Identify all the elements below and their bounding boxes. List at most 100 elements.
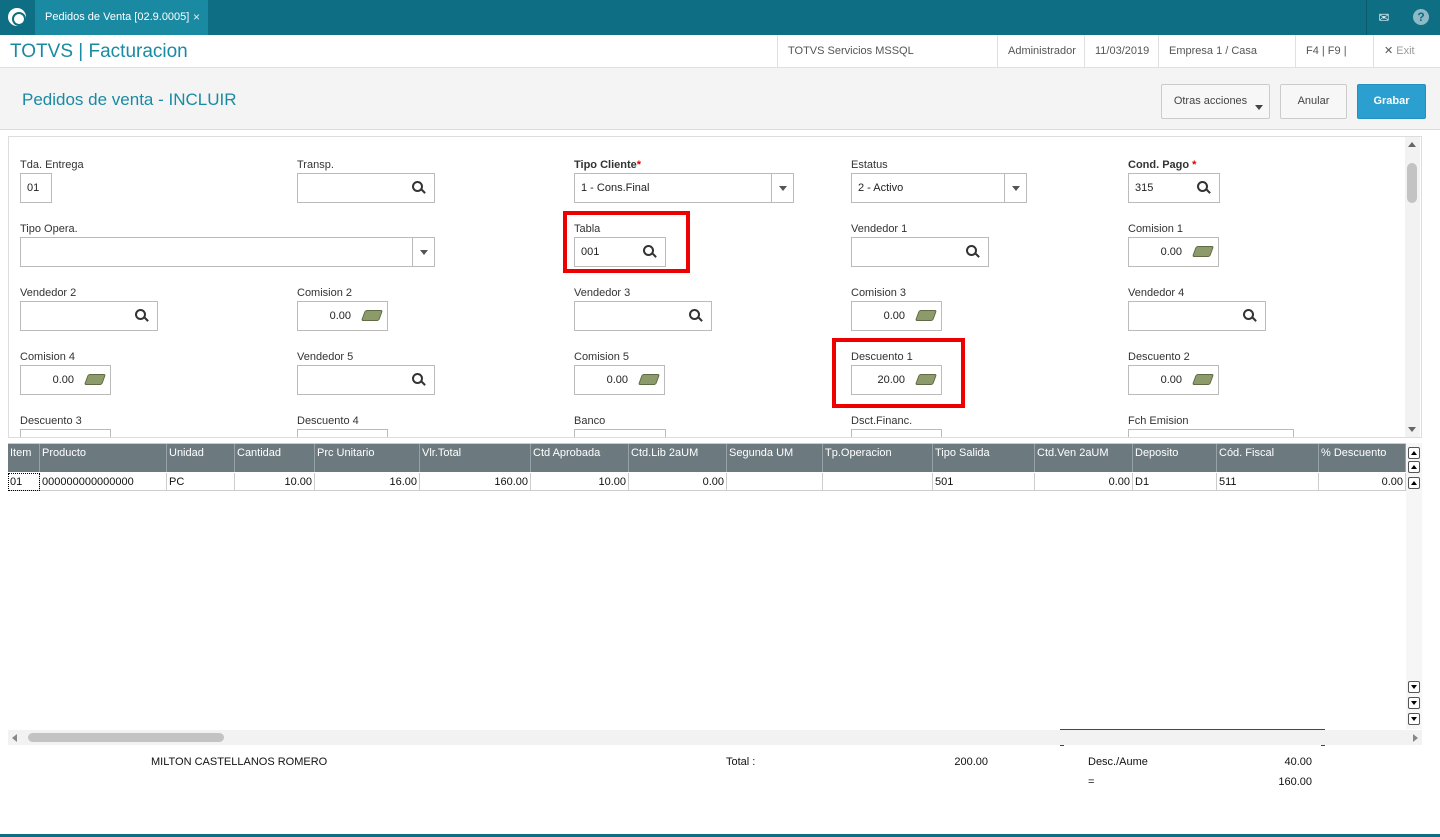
comision-2-input[interactable]: 0.00 bbox=[297, 301, 388, 331]
column-header[interactable]: Unidad bbox=[167, 444, 235, 472]
column-header[interactable]: Tipo Salida bbox=[933, 444, 1035, 472]
descuento-2-input[interactable]: 0.00 bbox=[1128, 365, 1219, 395]
save-button[interactable]: Grabar bbox=[1357, 84, 1426, 119]
estatus-select[interactable]: 2 - Activo bbox=[851, 173, 1027, 203]
search-icon[interactable] bbox=[135, 309, 149, 323]
scroll-bottom-icon[interactable] bbox=[1408, 713, 1420, 725]
totvs-logo-icon[interactable] bbox=[8, 8, 26, 26]
tab-pedidos-de-venta[interactable]: Pedidos de Venta [02.9.0005] × bbox=[35, 0, 208, 35]
cond-pago-input[interactable]: 315 bbox=[1128, 173, 1220, 203]
vendedor-5-input[interactable] bbox=[297, 365, 435, 395]
column-header[interactable]: Ctd.Ven 2aUM bbox=[1035, 444, 1133, 472]
descuento-1-input[interactable]: 20.00 bbox=[851, 365, 942, 395]
cancel-button[interactable]: Anular bbox=[1280, 84, 1347, 119]
column-header[interactable]: Deposito bbox=[1133, 444, 1217, 472]
form-vertical-scrollbar[interactable] bbox=[1405, 137, 1420, 437]
table-cell[interactable] bbox=[823, 473, 933, 491]
search-icon[interactable] bbox=[412, 181, 426, 195]
table-cell[interactable]: 511 bbox=[1217, 473, 1319, 491]
scroll-down-icon[interactable] bbox=[1408, 427, 1416, 432]
vendedor-4-input[interactable] bbox=[1128, 301, 1266, 331]
transp-input[interactable] bbox=[297, 173, 435, 203]
search-icon[interactable] bbox=[643, 245, 657, 259]
chevron-down-icon[interactable] bbox=[1004, 174, 1026, 202]
column-header[interactable]: Ctd Aprobada bbox=[531, 444, 629, 472]
banco-input[interactable] bbox=[574, 429, 666, 437]
vendedor-3-input[interactable] bbox=[574, 301, 712, 331]
column-header[interactable]: Segunda UM bbox=[727, 444, 823, 472]
search-icon[interactable] bbox=[966, 245, 980, 259]
comision-5-input[interactable]: 0.00 bbox=[574, 365, 665, 395]
tipo-cliente-select[interactable]: 1 - Cons.Final bbox=[574, 173, 794, 203]
table-cell[interactable]: 0.00 bbox=[629, 473, 727, 491]
comision-1-input[interactable]: 0.00 bbox=[1128, 237, 1219, 267]
exit-button[interactable]: ✕ Exit bbox=[1373, 35, 1440, 68]
tda-entrega-input[interactable]: 01 bbox=[20, 173, 52, 203]
total-label: Total : bbox=[726, 756, 756, 768]
descuento-4-input[interactable] bbox=[297, 429, 388, 437]
scrollbar-thumb[interactable] bbox=[1407, 163, 1417, 203]
table-cell[interactable]: 16.00 bbox=[315, 473, 420, 491]
desc-aume-label: Desc./Aume bbox=[1088, 756, 1148, 768]
column-header[interactable]: Tp.Operacion bbox=[823, 444, 933, 472]
descuento-3-input[interactable] bbox=[20, 429, 111, 437]
column-header[interactable]: Item bbox=[8, 444, 40, 472]
vendedor-2-input[interactable] bbox=[20, 301, 158, 331]
search-icon[interactable] bbox=[689, 309, 703, 323]
table-cell[interactable] bbox=[727, 473, 823, 491]
money-icon[interactable] bbox=[360, 310, 384, 321]
shortcuts-info: F4 | F9 | F10 bbox=[1295, 35, 1373, 90]
dsct-financ-input[interactable] bbox=[851, 429, 942, 437]
table-cell[interactable]: 000000000000000 bbox=[40, 473, 167, 491]
vendedor-1-input[interactable] bbox=[851, 237, 989, 267]
money-icon[interactable] bbox=[914, 310, 938, 321]
page-down-icon[interactable] bbox=[1408, 697, 1420, 709]
money-icon[interactable] bbox=[83, 374, 107, 385]
chevron-down-icon[interactable] bbox=[412, 238, 434, 266]
column-header[interactable]: Ctd.Lib 2aUM bbox=[629, 444, 727, 472]
scrollbar-thumb[interactable] bbox=[28, 733, 224, 742]
column-header[interactable]: Cantidad bbox=[235, 444, 315, 472]
table-cell[interactable]: 10.00 bbox=[531, 473, 629, 491]
help-icon[interactable]: ? bbox=[1402, 0, 1440, 35]
search-icon[interactable] bbox=[1243, 309, 1257, 323]
scroll-top-icon[interactable] bbox=[1408, 447, 1420, 459]
column-header[interactable]: Prc Unitario bbox=[315, 444, 420, 472]
scroll-up-icon[interactable] bbox=[1408, 477, 1420, 489]
column-header[interactable]: % Descuento bbox=[1319, 444, 1406, 472]
table-cell[interactable]: 501 bbox=[933, 473, 1035, 491]
scroll-up-icon[interactable] bbox=[1408, 142, 1416, 147]
search-icon[interactable] bbox=[412, 373, 426, 387]
scroll-left-icon[interactable] bbox=[12, 734, 17, 742]
scroll-down-icon[interactable] bbox=[1408, 681, 1420, 693]
money-icon[interactable] bbox=[1191, 246, 1215, 257]
mail-icon[interactable]: ✉ bbox=[1366, 0, 1401, 35]
total-value: 200.00 bbox=[954, 756, 988, 768]
money-icon[interactable] bbox=[914, 374, 938, 385]
fch-emision-input[interactable] bbox=[1128, 429, 1294, 437]
table-cell[interactable]: D1 bbox=[1133, 473, 1217, 491]
column-header[interactable]: Cód. Fiscal bbox=[1217, 444, 1319, 472]
comision-3-input[interactable]: 0.00 bbox=[851, 301, 942, 331]
grid-horizontal-scrollbar[interactable] bbox=[8, 730, 1422, 745]
grid-vertical-scrollbar[interactable] bbox=[1406, 443, 1422, 729]
table-cell[interactable]: 160.00 bbox=[420, 473, 531, 491]
table-cell[interactable]: 0.00 bbox=[1035, 473, 1133, 491]
scroll-right-icon[interactable] bbox=[1413, 734, 1418, 742]
page-up-icon[interactable] bbox=[1408, 461, 1420, 473]
table-cell[interactable]: PC bbox=[167, 473, 235, 491]
money-icon[interactable] bbox=[1191, 374, 1215, 385]
tabla-input[interactable]: 001 bbox=[574, 237, 666, 267]
money-icon[interactable] bbox=[637, 374, 661, 385]
column-header[interactable]: Vlr.Total bbox=[420, 444, 531, 472]
column-header[interactable]: Producto bbox=[40, 444, 167, 472]
table-cell[interactable]: 0.00 bbox=[1319, 473, 1406, 491]
tipo-opera-select[interactable] bbox=[20, 237, 435, 267]
table-cell[interactable]: 01 bbox=[8, 473, 40, 491]
comision-4-input[interactable]: 0.00 bbox=[20, 365, 111, 395]
chevron-down-icon[interactable] bbox=[771, 174, 793, 202]
search-icon[interactable] bbox=[1197, 181, 1211, 195]
more-actions-button[interactable]: Otras acciones bbox=[1161, 84, 1270, 119]
table-cell[interactable]: 10.00 bbox=[235, 473, 315, 491]
tab-close-icon[interactable]: × bbox=[193, 0, 200, 35]
